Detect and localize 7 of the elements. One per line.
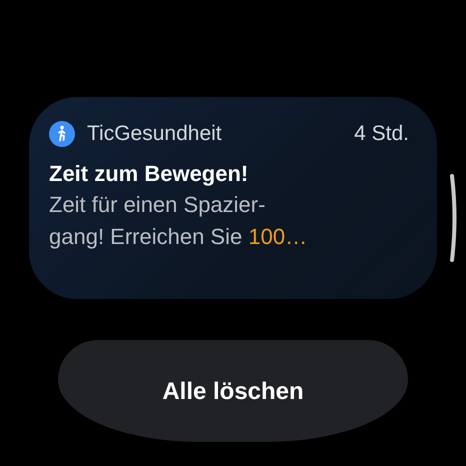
clear-all-button[interactable]: Alle löschen: [58, 340, 408, 442]
app-name: TicGesundheit: [87, 122, 223, 146]
notification-card[interactable]: TicGesundheit 4 Std. Zeit zum Bewegen! Zeit für einen Spazier- gang! Erreichen Sie 100…: [29, 97, 437, 299]
notification-time: 4 Std.: [354, 122, 409, 146]
notification-title: Zeit zum Bewegen!: [49, 160, 250, 188]
notification-text: Zeit für einen Spazier- gang! Erreichen Sie 100…: [49, 191, 308, 251]
walking-figure-icon: [49, 121, 75, 147]
